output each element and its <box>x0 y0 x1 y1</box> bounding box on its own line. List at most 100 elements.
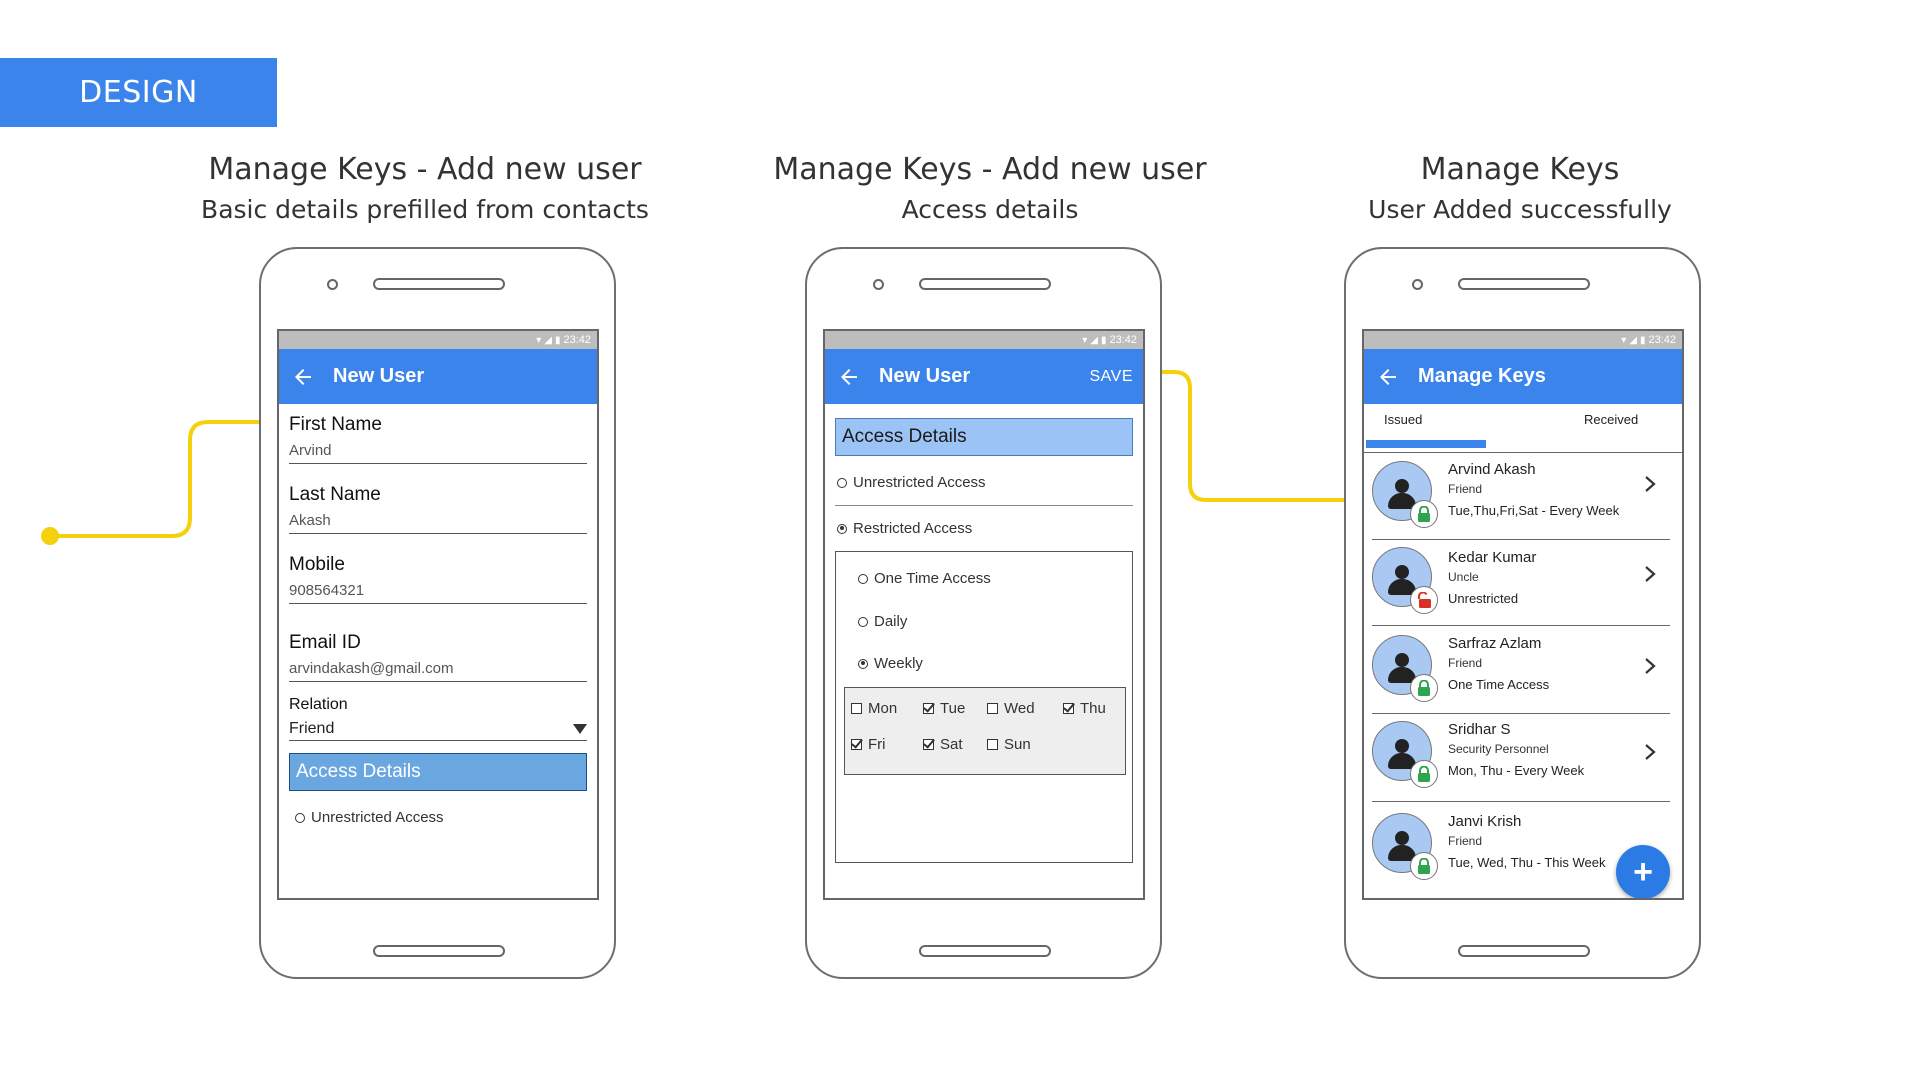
checkbox[interactable] <box>987 739 998 750</box>
day-checkbox-sat[interactable]: Sat <box>923 736 963 753</box>
unrestricted-access-option[interactable]: Unrestricted Access <box>289 809 587 826</box>
day-label: Wed <box>1004 700 1035 717</box>
radio-label: Restricted Access <box>853 520 973 537</box>
status-bar: ▾ ◢ ▮ 23:42 <box>279 331 597 349</box>
access-details-screen: ▾ ◢ ▮ 23:42 New User SAVE Access Details… <box>823 329 1145 900</box>
chevron-right-icon[interactable] <box>1644 743 1656 761</box>
first-name-input[interactable]: Arvind <box>289 442 587 464</box>
last-name-field[interactable]: Last Name Akash <box>289 484 587 534</box>
radio-label: Unrestricted Access <box>853 474 986 491</box>
restricted-access-option[interactable]: Restricted Access <box>835 506 1133 537</box>
list-item[interactable]: Sarfraz Azlam Friend One Time Access <box>1372 625 1670 714</box>
battery-icon: ▮ <box>1100 334 1107 346</box>
heading-subtitle: User Added successfully <box>1368 195 1672 224</box>
last-name-input[interactable]: Akash <box>289 512 587 534</box>
app-title: New User <box>879 365 971 387</box>
heading-subtitle: Access details <box>901 195 1079 224</box>
user-relation: Friend <box>1448 482 1483 496</box>
lock-icon-locked <box>1410 500 1438 528</box>
dropdown-arrow-icon[interactable] <box>573 724 587 734</box>
field-label: Mobile <box>289 554 345 575</box>
chevron-right-icon[interactable] <box>1644 657 1656 675</box>
weekly-option[interactable]: Weekly <box>858 655 923 672</box>
phone-frame-3: ▾ ◢ ▮ 23:42 Manage Keys Issued Received … <box>1344 247 1701 979</box>
status-time: 23:42 <box>1648 334 1676 346</box>
heading-screen-2: Manage Keys - Add new user Access detail… <box>760 150 1220 230</box>
day-checkbox-mon[interactable]: Mon <box>851 700 897 717</box>
radio-button-selected[interactable] <box>858 658 868 669</box>
tab-received[interactable]: Received <box>1584 412 1638 427</box>
radio-button[interactable] <box>858 573 868 584</box>
radio-button[interactable] <box>858 616 868 627</box>
radio-button[interactable] <box>295 812 305 823</box>
list-item[interactable]: Arvind Akash Friend Tue,Thu,Fri,Sat - Ev… <box>1372 453 1670 540</box>
day-checkbox-tue[interactable]: Tue <box>923 700 965 717</box>
first-name-field[interactable]: First Name Arvind <box>289 414 587 464</box>
app-bar: New User <box>279 349 597 404</box>
checkbox-checked[interactable] <box>851 739 862 750</box>
day-label: Sun <box>1004 736 1031 753</box>
checkbox-checked[interactable] <box>923 703 934 714</box>
day-label: Mon <box>868 700 898 717</box>
email-field[interactable]: Email ID arvindakash@gmail.com <box>289 632 587 682</box>
tab-indicator <box>1366 440 1486 448</box>
back-arrow-icon[interactable] <box>291 365 315 389</box>
field-label: Email ID <box>289 632 361 653</box>
chevron-right-icon[interactable] <box>1644 475 1656 493</box>
checkbox[interactable] <box>987 703 998 714</box>
mobile-field[interactable]: Mobile 908564321 <box>289 554 587 604</box>
signal-icon: ◢ <box>1629 334 1637 346</box>
wifi-icon: ▾ <box>1621 334 1627 346</box>
day-checkbox-wed[interactable]: Wed <box>987 700 1035 717</box>
tab-bar: Issued Received <box>1364 404 1682 453</box>
radio-label: Daily <box>874 613 908 630</box>
user-name: Sarfraz Azlam <box>1448 635 1542 652</box>
lock-icon-locked <box>1410 674 1438 702</box>
radio-label: Unrestricted Access <box>311 809 444 826</box>
radio-button-selected[interactable] <box>837 523 847 534</box>
app-title: New User <box>333 365 425 387</box>
heading-screen-1: Manage Keys - Add new user Basic details… <box>200 150 650 230</box>
list-item[interactable]: Sridhar S Security Personnel Mon, Thu - … <box>1372 713 1670 802</box>
save-button[interactable]: SAVE <box>1090 368 1134 386</box>
checkbox-checked[interactable] <box>1063 703 1074 714</box>
daily-option[interactable]: Daily <box>858 613 907 630</box>
user-name: Kedar Kumar <box>1448 549 1537 566</box>
relation-value: Friend <box>289 720 335 737</box>
relation-field[interactable]: Relation Friend <box>289 696 587 741</box>
email-input[interactable]: arvindakash@gmail.com <box>289 660 587 682</box>
app-title: Manage Keys <box>1418 365 1546 387</box>
user-relation: Security Personnel <box>1448 742 1549 756</box>
restricted-options-panel: One Time Access Daily Weekly Mon Tue Wed… <box>835 551 1133 863</box>
checkbox[interactable] <box>851 703 862 714</box>
speaker-grille <box>919 278 1051 290</box>
day-checkbox-thu[interactable]: Thu <box>1063 700 1106 717</box>
one-time-access-option[interactable]: One Time Access <box>858 570 991 587</box>
day-label: Tue <box>940 700 966 717</box>
heading-title: Manage Keys - Add new user <box>773 152 1207 187</box>
camera-icon <box>873 279 884 290</box>
radio-label: One Time Access <box>874 570 991 587</box>
mobile-input[interactable]: 908564321 <box>289 582 587 604</box>
checkbox-checked[interactable] <box>923 739 934 750</box>
add-user-fab[interactable]: + <box>1616 845 1670 898</box>
relation-label: Relation <box>289 696 348 713</box>
back-arrow-icon[interactable] <box>837 365 861 389</box>
relation-select[interactable]: Friend <box>289 720 587 741</box>
status-bar: ▾ ◢ ▮ 23:42 <box>825 331 1143 349</box>
day-checkbox-sun[interactable]: Sun <box>987 736 1031 753</box>
list-item[interactable]: Kedar Kumar Uncle Unrestricted <box>1372 539 1670 626</box>
unrestricted-access-option[interactable]: Unrestricted Access <box>835 456 1133 506</box>
signal-icon: ◢ <box>1090 334 1098 346</box>
user-relation: Uncle <box>1448 570 1479 584</box>
day-checkbox-fri[interactable]: Fri <box>851 736 886 753</box>
user-name: Sridhar S <box>1448 721 1511 738</box>
camera-icon <box>1412 279 1423 290</box>
user-form: First Name Arvind Last Name Akash Mobile… <box>279 404 597 826</box>
tab-issued[interactable]: Issued <box>1384 412 1422 427</box>
chevron-right-icon[interactable] <box>1644 565 1656 583</box>
design-label: DESIGN <box>79 75 198 110</box>
radio-button[interactable] <box>837 477 847 488</box>
back-arrow-icon[interactable] <box>1376 365 1400 389</box>
field-label: Last Name <box>289 484 381 505</box>
